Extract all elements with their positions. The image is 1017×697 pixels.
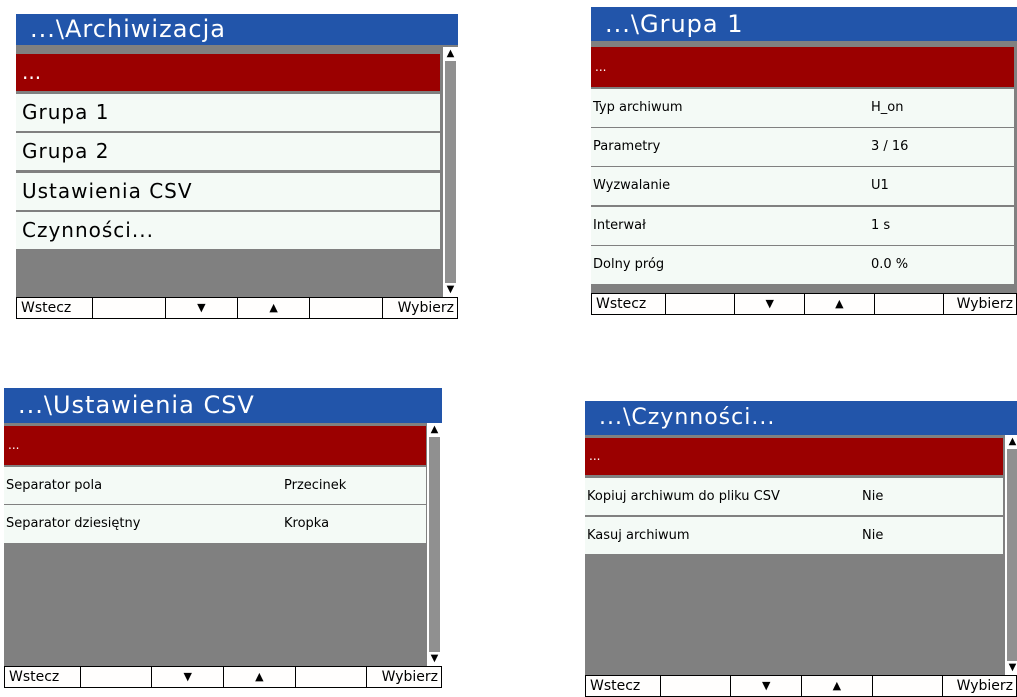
scroll-up-icon[interactable]: ▲ <box>1005 435 1017 449</box>
scrollbar[interactable]: ▲ ▼ <box>426 423 442 666</box>
setting-value: Nie <box>862 489 884 504</box>
softkey-bar: Wstecz ▼ ▲ Wybierz <box>4 666 442 688</box>
action-kasuj-archiwum[interactable]: Kasuj archiwum Nie <box>585 517 1003 554</box>
setting-label: Wyzwalanie <box>593 178 671 193</box>
up-button[interactable]: ▲ <box>224 667 296 687</box>
select-button[interactable]: Wybierz <box>367 667 441 687</box>
menu-item-ustawienia-csv[interactable]: Ustawienia CSV <box>16 173 440 210</box>
back-button[interactable]: Wstecz <box>586 676 661 696</box>
setting-value: 3 / 16 <box>871 139 909 154</box>
menu-item-grupa-2[interactable]: Grupa 2 <box>16 133 440 170</box>
back-button[interactable]: Wstecz <box>592 294 666 314</box>
screen-archiwizacja: ...\Archiwizacja ... Grupa 1 Grupa 2 Ust… <box>16 14 458 319</box>
menu-item-label: Grupa 1 <box>22 100 110 124</box>
menu-item-czynnosci[interactable]: Czynności... <box>16 212 440 249</box>
scroll-track[interactable] <box>1007 449 1017 661</box>
softkey-bar: Wstecz ▼ ▲ Wybierz <box>16 297 458 319</box>
setting-value: U1 <box>871 178 889 193</box>
setting-value: 0.0 % <box>871 257 909 272</box>
down-button[interactable]: ▼ <box>166 298 238 318</box>
menu-list: ... Typ archiwum H_on Parametry 3 / 16 W… <box>591 47 1017 289</box>
scrollbar[interactable]: ▲ ▼ <box>442 47 458 297</box>
down-button[interactable]: ▼ <box>735 294 806 314</box>
setting-value: 1 s <box>871 218 891 233</box>
screen-title: ...\Grupa 1 <box>591 7 1017 41</box>
softkey-blank-1[interactable] <box>661 676 732 696</box>
scroll-down-icon[interactable]: ▼ <box>443 283 458 297</box>
screen-grupa-1: ...\Grupa 1 ... Typ archiwum H_on Parame… <box>591 7 1017 315</box>
softkey-bar: Wstecz ▼ ▲ Wybierz <box>585 675 1017 697</box>
scroll-down-icon[interactable]: ▼ <box>427 652 442 666</box>
menu-list: ... Separator pola Przecinek Separator d… <box>4 426 426 666</box>
scroll-up-icon[interactable]: ▲ <box>427 423 442 437</box>
scroll-track[interactable] <box>429 437 440 652</box>
menu-item-parent[interactable]: ... <box>591 47 1014 87</box>
softkey-blank-2[interactable] <box>873 676 944 696</box>
select-button[interactable]: Wybierz <box>943 676 1016 696</box>
select-button[interactable]: Wybierz <box>383 298 457 318</box>
setting-value: H_on <box>871 100 904 115</box>
setting-parametry[interactable]: Parametry 3 / 16 <box>591 128 1014 166</box>
setting-label: Separator dziesiętny <box>6 516 141 531</box>
back-button[interactable]: Wstecz <box>17 298 94 318</box>
screen-ustawienia-csv: ...\Ustawienia CSV ... Separator pola Pr… <box>4 388 442 688</box>
select-button[interactable]: Wybierz <box>944 294 1016 314</box>
screen-title: ...\Ustawienia CSV <box>4 388 442 423</box>
softkey-blank-1[interactable] <box>93 298 166 318</box>
action-kopiuj-archiwum[interactable]: Kopiuj archiwum do pliku CSV Nie <box>585 478 1003 515</box>
menu-item-label: Ustawienia CSV <box>22 179 193 203</box>
menu-list: ... Kopiuj archiwum do pliku CSV Nie Kas… <box>585 438 1005 675</box>
menu-item-label: ... <box>8 438 20 452</box>
setting-label: Kopiuj archiwum do pliku CSV <box>587 489 780 504</box>
scroll-down-icon[interactable]: ▼ <box>1005 661 1017 675</box>
menu-item-label: Grupa 2 <box>22 139 110 163</box>
setting-label: Parametry <box>593 139 661 154</box>
setting-dolny-prog[interactable]: Dolny próg 0.0 % <box>591 246 1014 284</box>
setting-value: Nie <box>862 528 884 543</box>
back-button[interactable]: Wstecz <box>5 667 81 687</box>
down-button[interactable]: ▼ <box>731 676 803 696</box>
softkey-blank-2[interactable] <box>310 298 383 318</box>
scrollbar[interactable]: ▲ ▼ <box>1004 435 1017 675</box>
setting-separator-pola[interactable]: Separator pola Przecinek <box>4 467 426 504</box>
setting-separator-dziesietny[interactable]: Separator dziesiętny Kropka <box>4 505 426 543</box>
setting-wyzwalanie[interactable]: Wyzwalanie U1 <box>591 167 1014 205</box>
setting-label: Separator pola <box>6 478 103 493</box>
menu-item-label: Czynności... <box>22 218 154 242</box>
menu-item-parent[interactable]: ... <box>16 54 440 91</box>
softkey-blank-2[interactable] <box>875 294 945 314</box>
softkey-blank-1[interactable] <box>666 294 736 314</box>
setting-typ-archiwum[interactable]: Typ archiwum H_on <box>591 89 1014 127</box>
up-button[interactable]: ▲ <box>805 294 875 314</box>
screen-czynnosci: ...\Czynności... ... Kopiuj archiwum do … <box>585 401 1017 697</box>
softkey-blank-1[interactable] <box>81 667 153 687</box>
setting-label: Kasuj archiwum <box>587 528 690 543</box>
setting-label: Interwał <box>593 218 646 233</box>
menu-item-parent[interactable]: ... <box>585 438 1003 475</box>
screen-title: ...\Archiwizacja <box>16 14 458 45</box>
down-button[interactable]: ▼ <box>152 667 225 687</box>
scroll-track[interactable] <box>445 61 456 283</box>
setting-label: Typ archiwum <box>593 100 683 115</box>
up-button[interactable]: ▲ <box>802 676 873 696</box>
menu-item-label: ... <box>589 449 601 463</box>
screen-title: ...\Czynności... <box>585 401 1017 435</box>
menu-item-parent[interactable]: ... <box>4 426 426 465</box>
menu-list: ... Grupa 1 Grupa 2 Ustawienia CSV Czynn… <box>16 54 440 297</box>
menu-item-grupa-1[interactable]: Grupa 1 <box>16 94 440 131</box>
setting-value: Kropka <box>284 516 330 531</box>
setting-interwal[interactable]: Interwał 1 s <box>591 207 1014 245</box>
menu-item-label: ... <box>22 60 42 84</box>
setting-label: Dolny próg <box>593 257 665 272</box>
softkey-bar: Wstecz ▼ ▲ Wybierz <box>591 293 1017 315</box>
softkey-blank-2[interactable] <box>296 667 368 687</box>
scroll-up-icon[interactable]: ▲ <box>443 47 458 61</box>
setting-value: Przecinek <box>284 478 347 493</box>
menu-item-label: ... <box>595 60 607 74</box>
up-button[interactable]: ▲ <box>238 298 311 318</box>
